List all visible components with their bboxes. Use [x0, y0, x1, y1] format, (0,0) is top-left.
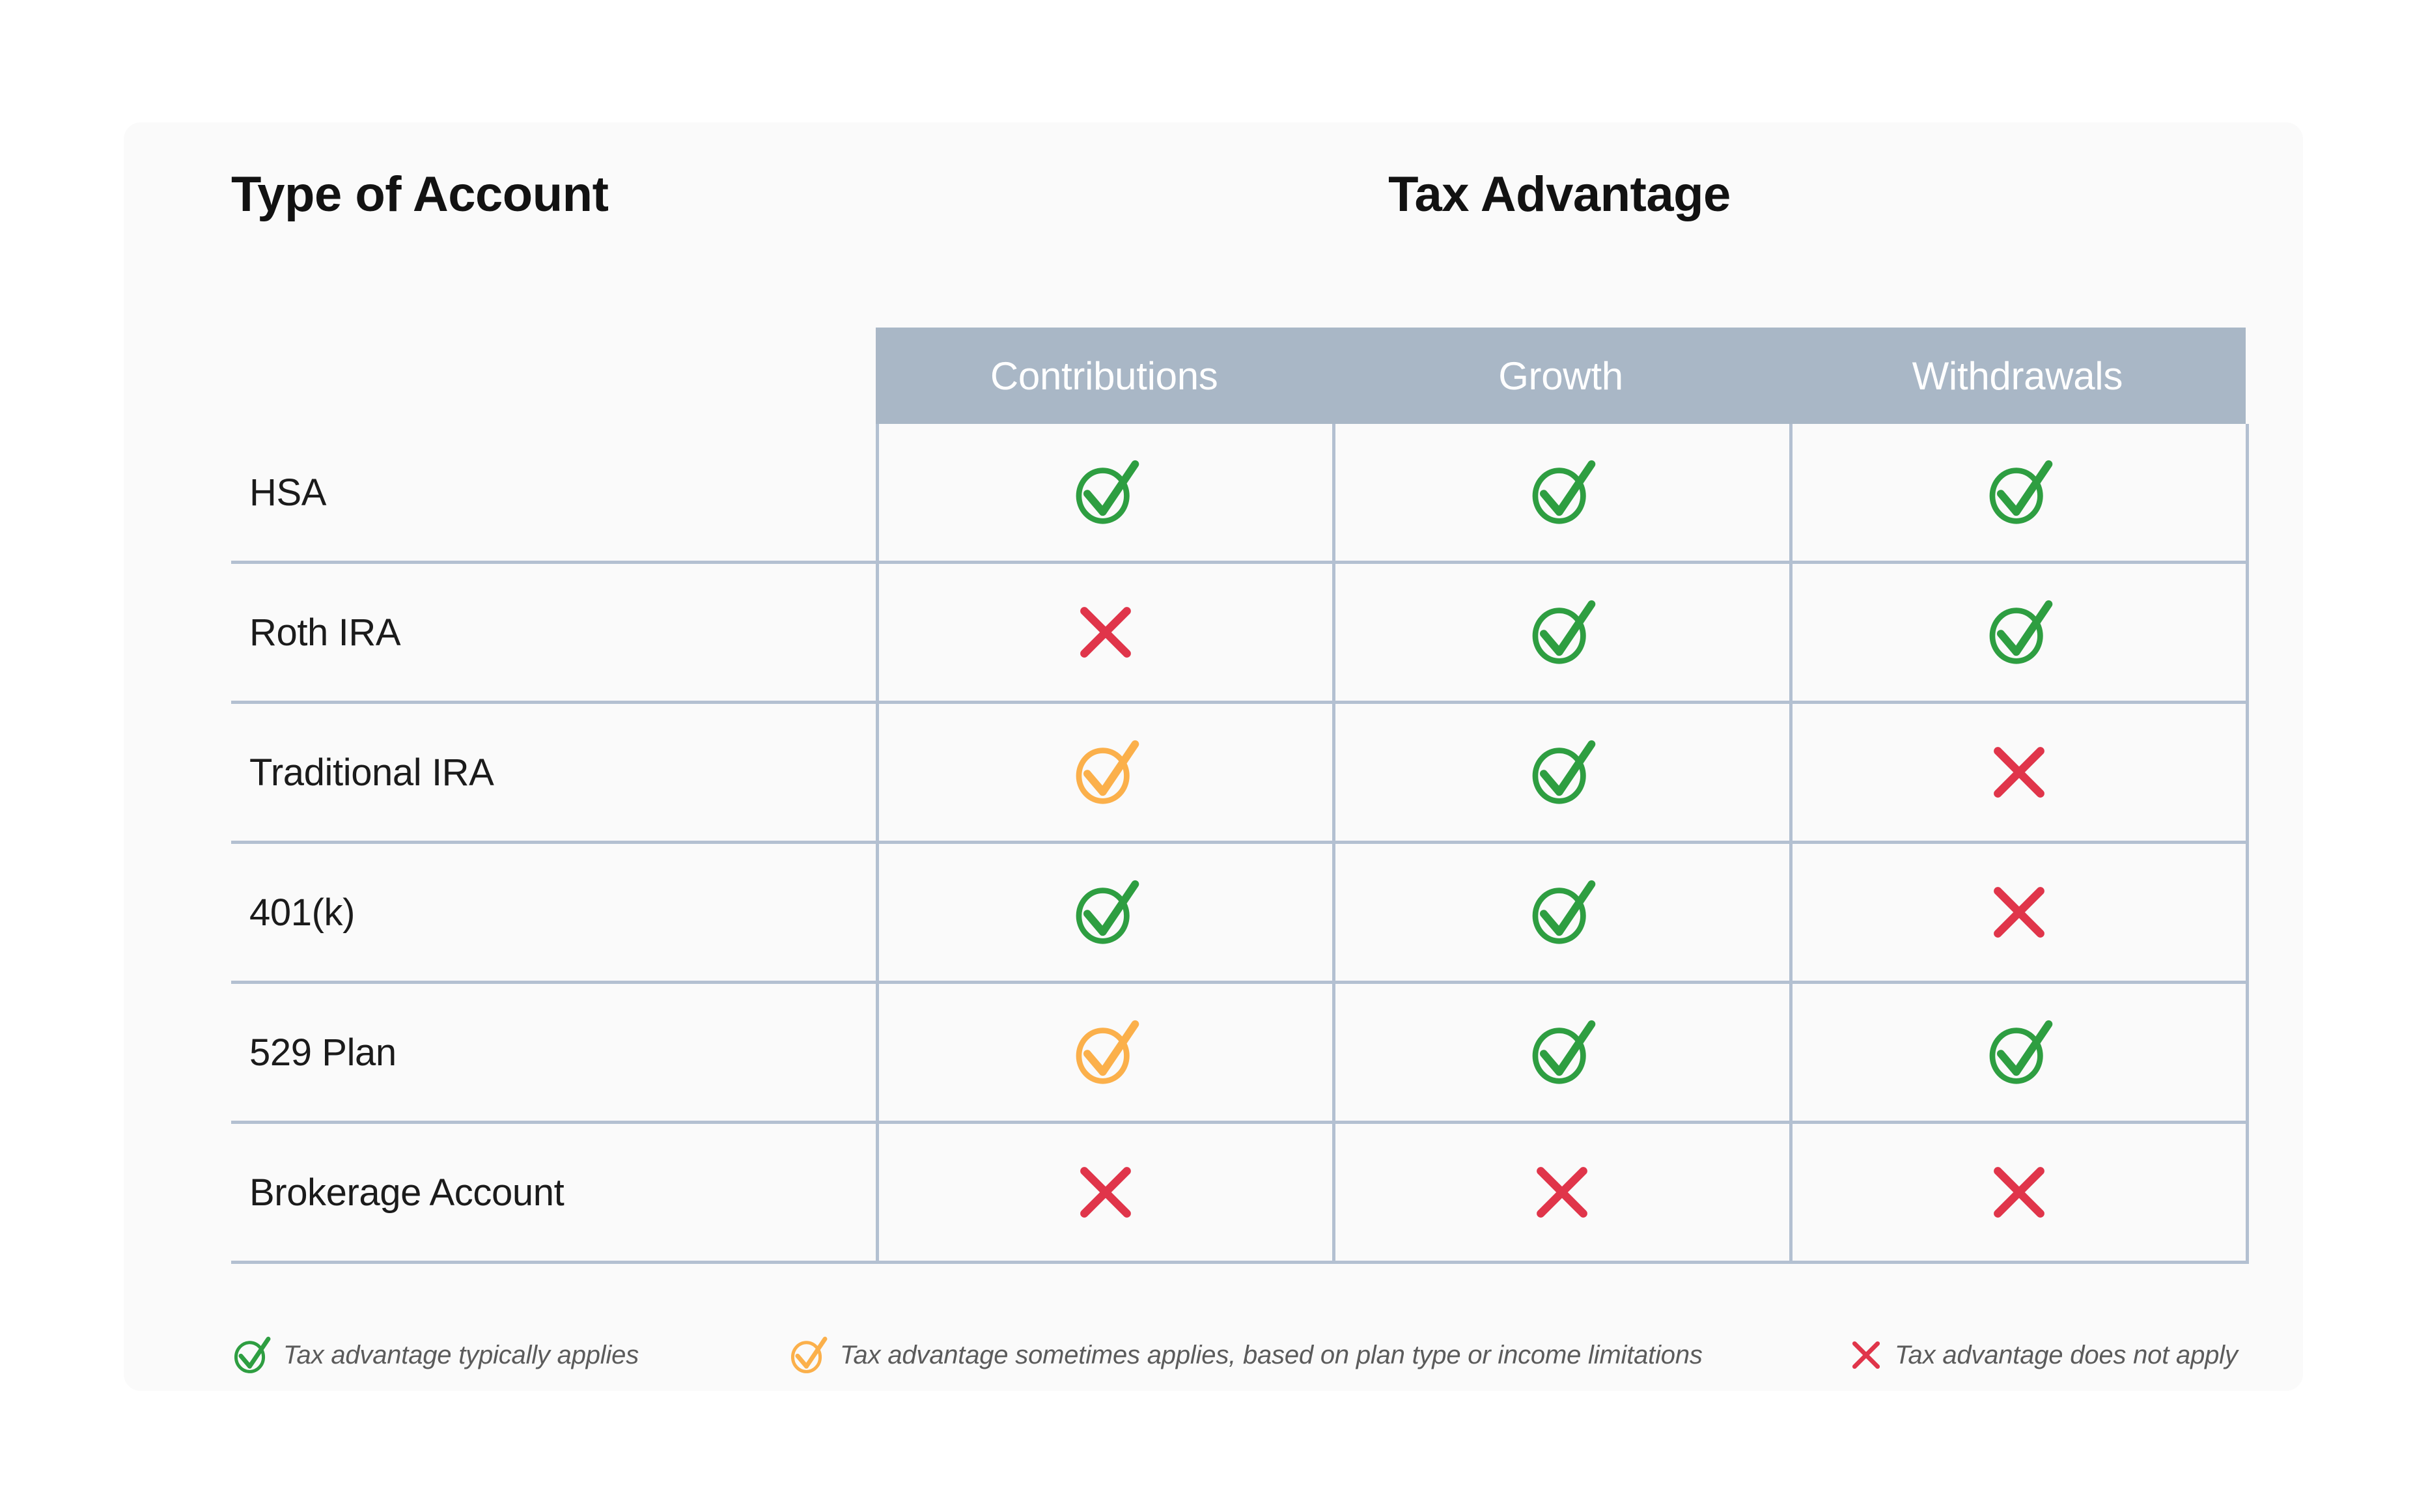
check-circle-green-icon [1070, 877, 1141, 947]
table-cell-yes [1332, 984, 1789, 1121]
legend-item: Tax advantage typically applies [231, 1326, 639, 1384]
check-circle-green-icon [1527, 737, 1597, 807]
table-cell-maybe [876, 704, 1332, 841]
table-column-header-growth: Growth [1498, 354, 1623, 398]
page-title-type-of-account: Type of Account [231, 167, 609, 222]
check-circle-orange-icon [1070, 737, 1141, 807]
check-circle-green-icon [1984, 597, 2054, 667]
table-cell-yes [1332, 564, 1789, 701]
cross-red-icon [1074, 601, 1137, 664]
legend-item: Tax advantage sometimes applies, based o… [788, 1326, 1703, 1384]
table-cell-maybe [876, 984, 1332, 1121]
table-row: Brokerage Account [231, 1124, 2246, 1264]
table-body: HSA Roth IRA Traditional IRA 401(k) 529 Plan… [231, 424, 2249, 1264]
table-cell-no [1789, 844, 2246, 981]
table-cell-no [876, 564, 1332, 701]
legend-item: Tax advantage does not apply [1849, 1326, 2238, 1384]
table-row: 401(k) [231, 844, 2246, 984]
cross-red-icon [1849, 1338, 1883, 1372]
cross-red-icon [1531, 1161, 1593, 1224]
table-cell-yes [1789, 424, 2246, 561]
table-cell-yes [1332, 424, 1789, 561]
tax-advantage-table: Contributions Growth Withdrawals HSA Roth I… [231, 328, 2249, 1270]
page-root: Type of Account Tax Advantage Contributi… [0, 0, 2428, 1512]
table-cell-yes [876, 424, 1332, 561]
check-circle-orange-icon [1070, 1017, 1141, 1087]
check-circle-green-icon [1984, 1017, 2054, 1087]
table-row: HSA [231, 424, 2246, 564]
page-title-tax-advantage: Tax Advantage [1388, 167, 1731, 222]
table-column-header-withdrawals: Withdrawals [1912, 354, 2123, 398]
check-circle-green-icon [1984, 457, 2054, 527]
legend-label: Tax advantage sometimes applies, based o… [840, 1340, 1703, 1369]
legend-label: Tax advantage typically applies [283, 1340, 639, 1369]
check-circle-green-icon [1527, 457, 1597, 527]
table-cell-no [1789, 1124, 2246, 1261]
table-row: Roth IRA [231, 564, 2246, 704]
title-row: Type of Account Tax Advantage [124, 166, 2303, 251]
legend-label: Tax advantage does not apply [1895, 1340, 2238, 1369]
cross-red-icon [1988, 881, 2050, 944]
table-column-header-contributions: Contributions [990, 354, 1218, 398]
table-cell-no [1789, 704, 2246, 841]
table-row-label: 401(k) [249, 891, 355, 934]
table-cell-yes [1332, 844, 1789, 981]
check-circle-green-icon [1070, 457, 1141, 527]
cross-red-icon [1074, 1161, 1137, 1224]
table-row: 529 Plan [231, 984, 2246, 1124]
table-row-label: 529 Plan [249, 1031, 397, 1074]
table-row-label: Roth IRA [249, 611, 401, 654]
check-circle-green-icon [231, 1335, 272, 1375]
table-row-label: Brokerage Account [249, 1171, 565, 1214]
cross-red-icon [1988, 741, 2050, 804]
table-row-label: Traditional IRA [249, 751, 494, 794]
cross-red-icon [1988, 1161, 2050, 1224]
table-column-header-row: Contributions Growth Withdrawals [876, 328, 2246, 424]
check-circle-green-icon [1527, 1017, 1597, 1087]
check-circle-orange-icon [788, 1335, 828, 1375]
table-cell-no [876, 1124, 1332, 1261]
table-cell-yes [1332, 704, 1789, 841]
check-circle-green-icon [1527, 597, 1597, 667]
legend: Tax advantage typically applies Tax adva… [231, 1326, 2308, 1384]
table-cell-yes [1789, 984, 2246, 1121]
table-row: Traditional IRA [231, 704, 2246, 844]
table-cell-yes [876, 844, 1332, 981]
check-circle-green-icon [1527, 877, 1597, 947]
table-row-label: HSA [249, 471, 327, 514]
table-cell-yes [1789, 564, 2246, 701]
table-cell-no [1332, 1124, 1789, 1261]
